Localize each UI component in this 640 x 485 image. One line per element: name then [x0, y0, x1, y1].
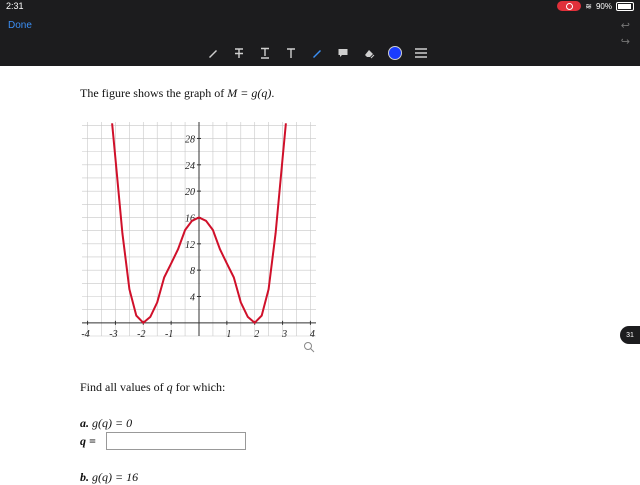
x-tick-label: -1 [165, 329, 173, 340]
x-tick-label: -2 [137, 329, 145, 340]
x-tick-label: -4 [81, 329, 89, 340]
part-a-equation: g(q) = 0 [92, 416, 133, 430]
y-tick-label: 24 [185, 161, 195, 172]
intro-prefix: The figure shows the graph of [80, 86, 228, 100]
part-b-equation: g(q) = 16 [92, 470, 139, 484]
graph-axes [82, 122, 316, 336]
color-picker-icon[interactable] [382, 43, 408, 63]
y-tick-label: 20 [185, 187, 195, 198]
battery-percent: 90% [595, 1, 612, 11]
eraser-icon[interactable] [356, 43, 382, 63]
status-indicators: ≋ 90% [557, 1, 634, 11]
part-b-label: b. [80, 470, 89, 484]
answer-input[interactable] [106, 432, 246, 450]
underline-text-icon[interactable] [252, 43, 278, 63]
y-tick-label: 28 [185, 134, 195, 145]
page-number-badge[interactable]: 31 [620, 326, 640, 344]
menu-icon[interactable] [408, 43, 434, 63]
prompt-suffix: for which: [172, 380, 226, 394]
x-tick-label: 3 [281, 329, 287, 340]
screen-recording-indicator [557, 1, 582, 11]
x-tick-label: 4 [310, 329, 315, 340]
highlighter-icon[interactable] [304, 43, 330, 63]
text-icon[interactable] [278, 43, 304, 63]
battery-icon [616, 1, 634, 11]
x-tick-label: 2 [254, 329, 259, 340]
done-button[interactable]: Done [8, 20, 32, 31]
problem-intro: The figure shows the graph of M = g(q). [80, 86, 274, 101]
battery-fill [618, 3, 631, 9]
status-time: 2:31 [6, 1, 24, 11]
strikethrough-text-icon[interactable] [226, 43, 252, 63]
record-icon [565, 2, 573, 10]
undo-icon[interactable]: ↩ [621, 19, 630, 32]
function-graph: -4 -3 -2 -1 1 2 3 4481216202428 [81, 122, 316, 353]
y-tick-label: 8 [190, 266, 195, 277]
app-header: 2:31 ≋ 90% Done ↩ ↪ [0, 0, 640, 66]
problem-prompt: Find all values of q for which: [80, 380, 225, 395]
zoom-icon [304, 342, 315, 353]
redo-icon[interactable]: ↪ [621, 35, 630, 48]
answer-label: q = [80, 434, 96, 449]
prompt-prefix: Find all values of [80, 380, 167, 394]
y-tick-label: 4 [190, 292, 195, 303]
markup-toolbar [200, 43, 434, 63]
intro-math: M = g(q) [227, 86, 272, 100]
intro-suffix: . [271, 86, 275, 100]
part-a: a. g(q) = 0 [80, 416, 132, 431]
comment-icon[interactable] [330, 43, 356, 63]
part-b: b. g(q) = 16 [80, 470, 138, 485]
wifi-icon: ≋ [585, 1, 592, 11]
answer-label-text: q = [80, 434, 96, 448]
pen-tool-icon[interactable] [200, 43, 226, 63]
x-tick-label: -3 [109, 329, 117, 340]
x-tick-label: 1 [226, 329, 231, 340]
part-a-label: a. [80, 416, 89, 430]
y-tick-label: 12 [185, 240, 195, 251]
